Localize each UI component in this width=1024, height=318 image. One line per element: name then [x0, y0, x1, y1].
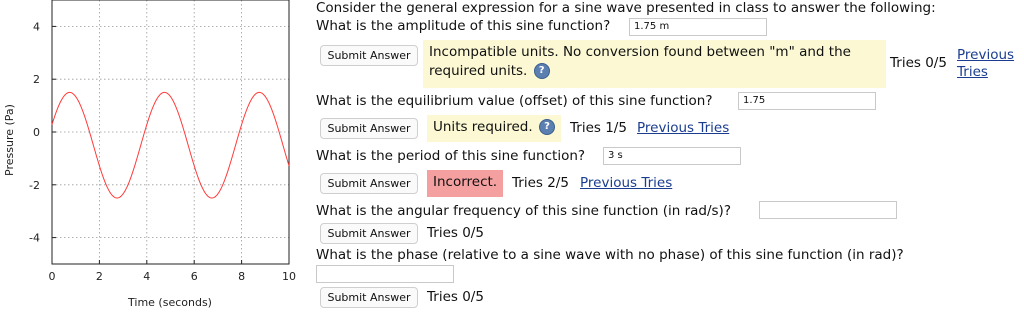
- amplitude-answer-input[interactable]: 1.75 m: [629, 18, 767, 36]
- submit-offset-button[interactable]: Submit Answer: [320, 118, 418, 139]
- phase-tries: Tries 0/5: [427, 289, 484, 305]
- chart-ticks: 0 2 4 6 8 10 -4 -2 0 2 4: [29, 20, 296, 283]
- submit-angular-frequency-button[interactable]: Submit Answer: [320, 223, 418, 244]
- phase-answer-input[interactable]: [316, 265, 454, 283]
- x-tick-label: 2: [96, 270, 103, 283]
- offset-answer-input[interactable]: 1.75: [738, 92, 876, 110]
- intro-text: Consider the general expression for a si…: [316, 0, 936, 16]
- x-tick-label: 10: [282, 270, 296, 283]
- help-icon[interactable]: ?: [533, 63, 550, 79]
- question-angular-frequency: What is the angular frequency of this si…: [316, 203, 731, 219]
- x-tick-label: 0: [49, 270, 56, 283]
- amplitude-feedback: Incompatible units. No conversion found …: [423, 40, 886, 88]
- question-period: What is the period of this sine function…: [316, 148, 586, 164]
- amplitude-feedback-text: Incompatible units. No conversion found …: [429, 44, 851, 79]
- y-tick-label: -4: [29, 232, 40, 245]
- period-previous-tries-link[interactable]: Previous Tries: [580, 175, 672, 191]
- x-tick-label: 4: [143, 270, 150, 283]
- question-offset: What is the equilibrium value (offset) o…: [316, 93, 713, 109]
- submit-period-button[interactable]: Submit Answer: [320, 173, 418, 194]
- sine-series-line: [51, 91, 290, 199]
- angular-frequency-answer-input[interactable]: [759, 201, 897, 219]
- angular-frequency-tries: Tries 0/5: [427, 225, 484, 241]
- period-feedback: Incorrect.: [427, 170, 504, 197]
- period-tries: Tries 2/5: [512, 175, 569, 191]
- x-tick-label: 6: [191, 270, 198, 283]
- period-answer-input[interactable]: 3 s: [603, 147, 741, 165]
- pressure-time-chart: 0 2 4 6 8 10 -4 -2 0 2 4 Time (seconds) Pressure (…: [3, 0, 296, 309]
- submit-amplitude-button[interactable]: Submit Answer: [320, 45, 418, 66]
- question-amplitude: What is the amplitude of this sine funct…: [316, 18, 611, 34]
- offset-feedback: Units required. ?: [427, 115, 561, 142]
- y-tick-label: 4: [33, 20, 40, 33]
- x-axis-label: Time (seconds): [127, 296, 212, 309]
- offset-previous-tries-link[interactable]: Previous Tries: [637, 120, 729, 136]
- offset-tries: Tries 1/5: [570, 120, 627, 136]
- y-tick-label: 2: [33, 73, 40, 86]
- y-axis-label: Pressure (Pa): [3, 104, 16, 176]
- question-phase: What is the phase (relative to a sine wa…: [316, 247, 904, 263]
- help-icon[interactable]: ?: [538, 119, 555, 135]
- offset-feedback-text: Units required.: [433, 119, 533, 135]
- chart-grid: [52, 0, 289, 264]
- amplitude-previous-tries-link[interactable]: Previous Tries: [957, 47, 1019, 81]
- x-tick-label: 8: [238, 270, 245, 283]
- y-tick-label: 0: [33, 126, 40, 139]
- y-tick-label: -2: [29, 179, 40, 192]
- amplitude-tries: Tries 0/5: [890, 55, 947, 71]
- submit-phase-button[interactable]: Submit Answer: [320, 287, 418, 308]
